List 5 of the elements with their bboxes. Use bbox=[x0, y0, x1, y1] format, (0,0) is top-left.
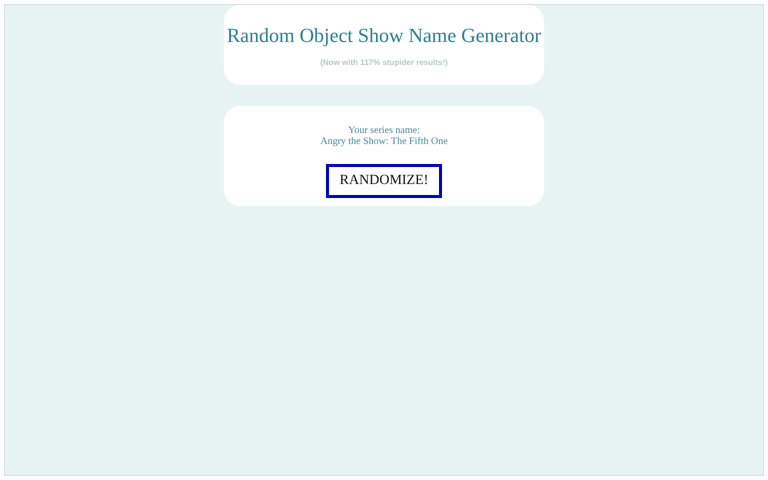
page-title: Random Object Show Name Generator bbox=[226, 25, 542, 48]
subtitle: (Now with 117% stupider results!) bbox=[320, 58, 448, 67]
result-label: Your series name: bbox=[348, 125, 420, 136]
series-name: Angry the Show: The Fifth One bbox=[320, 136, 448, 147]
randomize-button[interactable]: RANDOMIZE! bbox=[326, 164, 442, 198]
